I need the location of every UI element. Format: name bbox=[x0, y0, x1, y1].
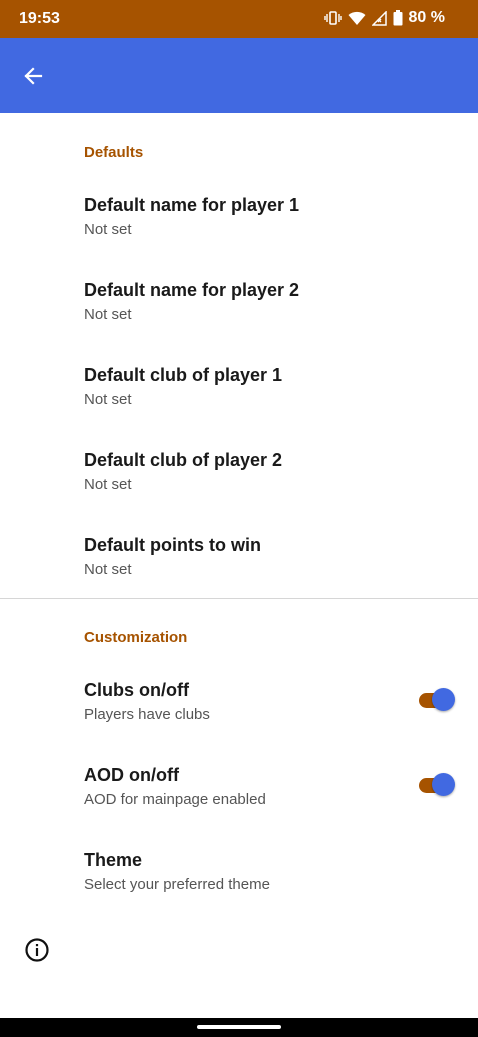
battery-icon bbox=[393, 10, 403, 26]
pref-title: AOD on/off bbox=[84, 765, 179, 785]
pref-title: Default club of player 2 bbox=[84, 450, 283, 470]
system-nav-bar bbox=[0, 1018, 478, 1037]
section-header-customization: Customization bbox=[84, 629, 188, 646]
pref-aod-toggle[interactable]: AOD on/off AOD for mainpage enabled bbox=[0, 765, 478, 850]
aod-switch[interactable] bbox=[419, 773, 455, 797]
pref-title: Default name for player 2 bbox=[84, 280, 300, 300]
arrow-back-icon bbox=[24, 67, 43, 85]
pref-default-points-to-win[interactable]: Default points to win Not set bbox=[0, 535, 478, 620]
pref-default-name-player-2[interactable]: Default name for player 2 Not set bbox=[0, 280, 478, 365]
pref-clubs-toggle[interactable]: Clubs on/off Players have clubs bbox=[0, 680, 478, 765]
status-icons: 80 % bbox=[323, 9, 445, 27]
pref-summary: Select your preferred theme bbox=[84, 876, 270, 893]
section-header-defaults: Defaults bbox=[84, 144, 144, 161]
pref-title: Default club of player 1 bbox=[84, 365, 283, 385]
pref-title: Clubs on/off bbox=[84, 680, 189, 700]
pref-summary: Not set bbox=[84, 221, 132, 238]
pref-title: Default name for player 1 bbox=[84, 195, 300, 215]
pref-summary: Not set bbox=[84, 306, 132, 323]
app-bar bbox=[0, 38, 478, 113]
pref-title: Default points to win bbox=[84, 535, 261, 555]
battery-percent: 80 % bbox=[408, 9, 445, 26]
pref-theme[interactable]: Theme Select your preferred theme bbox=[0, 850, 478, 935]
pref-summary: Not set bbox=[84, 476, 132, 493]
pref-summary: Not set bbox=[84, 561, 132, 578]
status-bar: 19:53 80 % bbox=[0, 0, 478, 38]
pref-summary: Not set bbox=[84, 391, 132, 408]
pref-summary: Players have clubs bbox=[84, 706, 210, 723]
switch-thumb bbox=[432, 688, 455, 711]
pref-default-name-player-1[interactable]: Default name for player 1 Not set bbox=[0, 195, 478, 280]
signal-icon bbox=[371, 10, 387, 26]
clubs-switch[interactable] bbox=[419, 688, 455, 712]
wifi-icon bbox=[348, 11, 366, 26]
gesture-handle[interactable] bbox=[197, 1025, 281, 1029]
pref-title: Theme bbox=[84, 850, 143, 870]
switch-thumb bbox=[432, 773, 455, 796]
pref-default-club-player-1[interactable]: Default club of player 1 Not set bbox=[0, 365, 478, 450]
pref-default-club-player-2[interactable]: Default club of player 2 Not set bbox=[0, 450, 478, 535]
section-divider bbox=[0, 598, 478, 599]
status-time: 19:53 bbox=[19, 10, 60, 27]
vibrate-icon bbox=[323, 10, 342, 26]
back-button[interactable] bbox=[15, 58, 51, 94]
pref-summary: AOD for mainpage enabled bbox=[84, 791, 266, 808]
info-button[interactable] bbox=[24, 937, 50, 963]
info-icon bbox=[25, 938, 49, 962]
